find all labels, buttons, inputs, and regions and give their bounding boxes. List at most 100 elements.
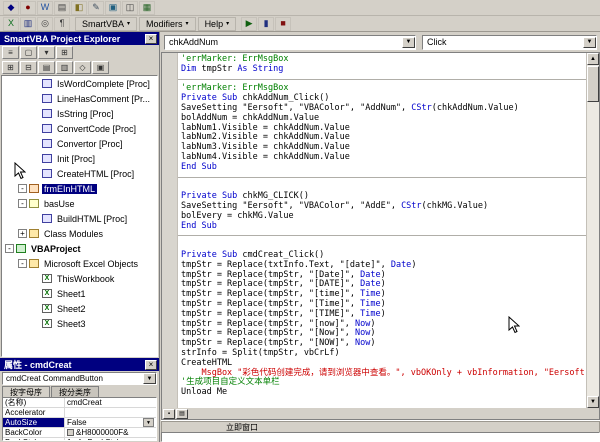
run-icon[interactable]: ▶ [241,16,258,31]
collapse-icon[interactable]: - [18,184,27,193]
tree-item[interactable]: X Sheet2 [2,301,157,316]
immediate-window-body[interactable] [161,432,600,442]
property-value[interactable]: cmdCreat [65,398,156,407]
detail-view-icon[interactable]: ▥ [56,61,73,74]
stop-icon[interactable]: ■ [275,16,292,31]
margin-indicator-bar[interactable] [162,53,178,408]
collapse-icon[interactable]: - [18,259,27,268]
folders-icon[interactable]: ⊞ [56,46,73,59]
code-line[interactable] [178,173,586,183]
excel-icon[interactable]: X [3,16,19,31]
collapse-icon[interactable]: - [5,244,14,253]
procedure-view-button[interactable]: ▪ [163,408,175,419]
property-value[interactable]: 1 - fmBackStyl [65,438,156,440]
full-module-view-button[interactable]: ▤ [176,408,188,419]
pause-icon[interactable]: ▮ [258,16,275,31]
object-dropdown[interactable]: chkAddNum ▼ [164,34,416,50]
tree-item[interactable]: X Sheet1 [2,286,157,301]
collapse-all-icon[interactable]: ⊟ [20,61,37,74]
code-line[interactable]: bolEvery = chkMG.Value [178,211,586,222]
palette-icon[interactable]: ◧ [71,0,87,15]
vertical-scrollbar[interactable]: ▲ ▼ [586,53,599,408]
dropdown-icon[interactable]: ▾ [38,46,55,59]
tree-item[interactable]: - basUse [2,196,157,211]
tab-alphabetic[interactable]: 按字母序 [2,386,50,397]
chevron-down-icon[interactable]: ▼ [402,36,415,48]
code-line[interactable]: End Sub [178,221,586,232]
property-object-selector[interactable]: cmdCreat CommandButton ▼ [2,372,157,385]
search-icon[interactable]: ◎ [37,16,53,31]
expand-icon[interactable]: + [18,229,27,238]
tree-item[interactable]: BuildHTML [Proc] [2,211,157,226]
code-token: labNum3.Visible = chkAddNum.Value [181,142,350,153]
font-format-icon[interactable]: ◆ [3,0,19,15]
property-row[interactable]: (名称) cmdCreat [3,398,156,408]
props-icon[interactable]: ▣ [92,61,109,74]
code-line[interactable] [178,231,586,241]
code-text-area[interactable]: 'errMarker: ErrMsgBox Dim tmpStr As Strin… [178,53,586,408]
property-row[interactable]: Accelerator [3,408,156,418]
paragraph-icon[interactable]: ¶ [54,16,70,31]
menu-modifiers[interactable]: Modifiers ▾ [139,16,196,31]
grid-icon[interactable]: ▦ [139,0,155,15]
filter-icon[interactable]: ◇ [74,61,91,74]
proc-icon [42,214,52,223]
stamp-icon[interactable]: ▣ [105,0,121,15]
save-icon[interactable]: ▥ [20,16,36,31]
menu-help[interactable]: Help ▾ [197,16,237,31]
tree-item[interactable]: IsString [Proc] [2,106,157,121]
list-view-icon[interactable]: ▤ [38,61,55,74]
project-explorer-titlebar[interactable]: SmartVBA Project Explorer × [0,32,159,45]
code-line[interactable]: labNum4.Visible = chkAddNum.Value [178,152,586,163]
list-icon[interactable]: ▤ [54,0,70,15]
close-icon[interactable]: × [145,33,157,44]
chevron-down-icon[interactable]: ▼ [143,418,154,427]
tree-item[interactable]: LineHasComment [Pr... [2,91,157,106]
tree-item[interactable]: - Microsoft Excel Objects [2,256,157,271]
event-dropdown[interactable]: Click ▼ [422,34,597,50]
property-value[interactable]: False ▼ [65,418,156,427]
tree-item[interactable]: IsWordComplete [Proc] [2,76,157,91]
immediate-window-title[interactable]: 立即窗口 [161,421,600,432]
view-object-icon[interactable]: ▢ [20,46,37,59]
scrollbar-thumb[interactable] [587,66,599,102]
chevron-down-icon[interactable]: ▼ [143,373,156,384]
tree-item[interactable]: X ThisWorkbook [2,271,157,286]
tree-item[interactable]: + Class Modules [2,226,157,241]
code-line[interactable]: '生成项目自定义文本单栏 [178,377,586,388]
chevron-down-icon[interactable]: ▼ [583,36,596,48]
property-value[interactable] [65,408,156,417]
expand-all-icon[interactable]: ⊞ [2,61,19,74]
tree-item[interactable]: Convertor [Proc] [2,136,157,151]
property-row[interactable]: BackColor &H8000000F& [3,428,156,438]
panels-icon[interactable]: ◫ [122,0,138,15]
menu-smartvba[interactable]: SmartVBA ▾ [75,16,138,31]
properties-titlebar[interactable]: 属性 - cmdCreat × [0,358,159,371]
scroll-down-icon[interactable]: ▼ [587,396,599,408]
edit-icon[interactable]: ✎ [88,0,104,15]
code-editor: 'errMarker: ErrMsgBox Dim tmpStr As Strin… [161,52,600,408]
property-row[interactable]: AutoSize False ▼ [3,418,156,428]
scroll-up-icon[interactable]: ▲ [587,53,599,65]
proc-icon [42,124,52,133]
project-tree: IsWordComplete [Proc] LineHasComment [Pr.… [1,75,158,357]
property-row[interactable]: BackStyle1 - fmBackStyl [3,438,156,440]
close-icon[interactable]: × [145,359,157,370]
char-format-icon[interactable]: ● [20,0,36,15]
property-value[interactable]: &H8000000F& [65,428,156,437]
collapse-icon[interactable]: - [18,199,27,208]
word-doc-icon[interactable]: W [37,0,53,15]
code-line[interactable]: strInfo = Split(tmpStr, vbCrLf) [178,348,586,359]
code-line[interactable]: Dim tmpStr As String [178,64,586,75]
view-code-icon[interactable]: ≡ [2,46,19,59]
tree-item[interactable]: - VBAProject [2,241,157,256]
code-line[interactable]: Unload Me [178,387,586,398]
tree-item[interactable]: - frmEInHTML [2,181,157,196]
sheet-icon: X [42,289,52,298]
tree-item[interactable]: X Sheet3 [2,316,157,331]
tab-categorized[interactable]: 按分类序 [51,386,99,397]
code-line[interactable]: End Sub [178,162,586,173]
chevron-down-icon: ▾ [185,20,189,27]
scrollbar-track[interactable] [587,65,599,396]
tree-item[interactable]: ConvertCode [Proc] [2,121,157,136]
